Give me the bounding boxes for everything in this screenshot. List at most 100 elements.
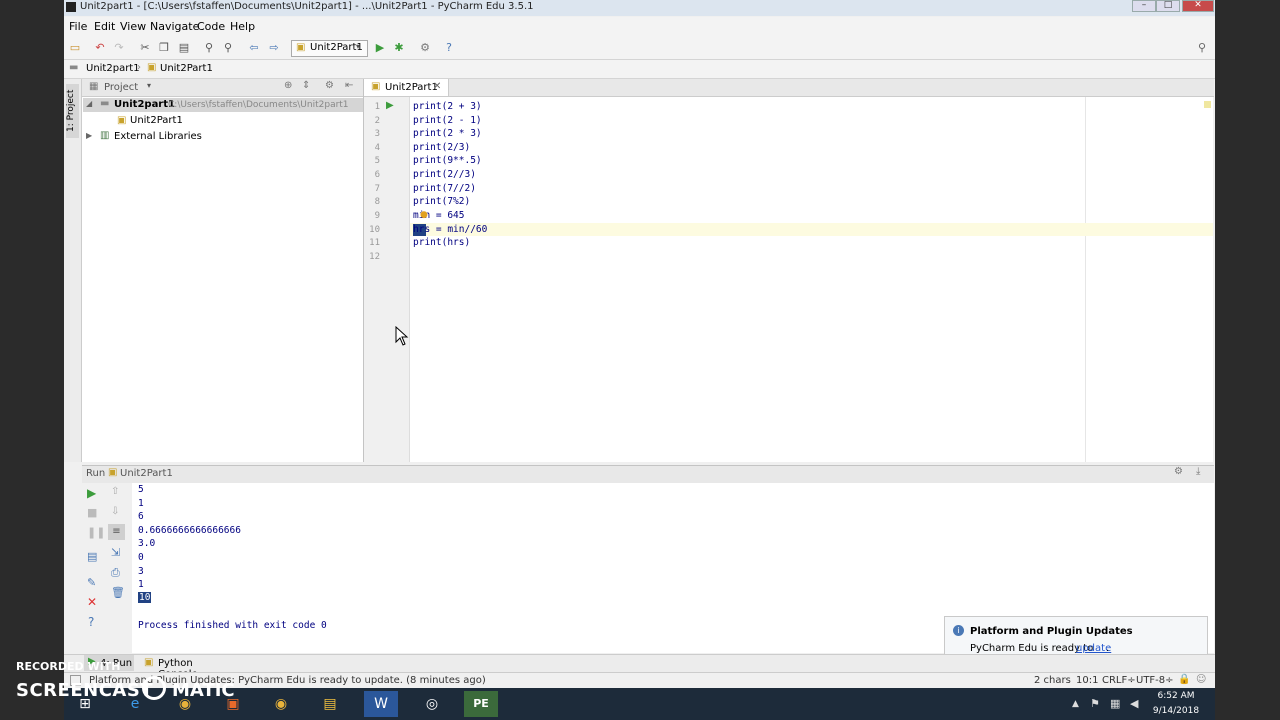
- run-icon[interactable]: ▶: [372, 40, 388, 56]
- line-separator[interactable]: CRLF÷: [1102, 675, 1136, 686]
- code-line: print(7//2): [413, 183, 476, 194]
- action-center-icon[interactable]: ⚑: [1090, 697, 1100, 710]
- help-icon[interactable]: ?: [441, 40, 457, 56]
- menu-view[interactable]: View: [120, 20, 146, 33]
- undo-icon[interactable]: ↶: [92, 40, 108, 56]
- soft-wrap-icon[interactable]: ≡: [108, 524, 125, 540]
- screencast-icon[interactable]: ◎: [415, 691, 449, 717]
- python-file-icon: ▣: [147, 62, 157, 73]
- menu-code[interactable]: Code: [197, 20, 225, 33]
- menu-navigate[interactable]: Navigate: [150, 20, 199, 33]
- project-root-name: Unit2part1: [114, 99, 175, 110]
- hide-panel-icon[interactable]: ⇤: [345, 80, 353, 91]
- notification-tail: .: [1106, 643, 1110, 654]
- mouse-pointer-icon: [395, 326, 409, 346]
- output-line: 1: [138, 579, 144, 590]
- line-number: 4: [374, 143, 380, 153]
- selection-count: 2 chars: [1034, 675, 1071, 686]
- python-file-icon: ▣: [108, 467, 118, 478]
- chrome-icon[interactable]: ◉: [264, 691, 298, 717]
- tree-item-file[interactable]: Unit2Part1: [130, 115, 183, 126]
- folder-icon: ▬: [100, 98, 110, 109]
- gear-icon[interactable]: ⚙: [1174, 466, 1183, 477]
- scroll-up-icon[interactable]: ⇧: [111, 486, 119, 497]
- copy-icon[interactable]: ❐: [156, 40, 172, 56]
- hide-panel-icon[interactable]: ⤓: [1196, 466, 1200, 477]
- lock-icon[interactable]: 🔒: [1178, 674, 1190, 685]
- scroll-down-icon[interactable]: ⇩: [111, 506, 119, 517]
- print-icon[interactable]: ⎙: [111, 566, 120, 580]
- clear-all-icon[interactable]: 🗑: [111, 586, 125, 599]
- collapse-arrow-icon[interactable]: ▶: [86, 131, 92, 140]
- line-number: 8: [374, 197, 380, 207]
- debug-icon[interactable]: ✱: [391, 40, 407, 56]
- project-tool-button[interactable]: 1: Project: [66, 84, 79, 138]
- find-icon[interactable]: ⚲: [201, 40, 217, 56]
- stop-icon[interactable]: ■: [87, 506, 97, 519]
- minimize-icon[interactable]: –: [1132, 0, 1156, 12]
- back-icon[interactable]: ⇦: [246, 40, 262, 56]
- code-line: print(hrs): [413, 237, 471, 248]
- scroll-to-end-icon[interactable]: ⇲: [111, 546, 120, 559]
- clock-date[interactable]: 9/14/2018: [1152, 706, 1200, 716]
- project-header-label[interactable]: Project: [104, 82, 138, 93]
- collapse-all-icon[interactable]: ⇕: [302, 80, 310, 91]
- gear-icon[interactable]: ⚙: [325, 80, 334, 91]
- notification-title: Platform and Plugin Updates: [970, 626, 1133, 637]
- inspector-icon[interactable]: ☺: [1196, 674, 1206, 685]
- help-icon[interactable]: ?: [88, 615, 94, 629]
- word-icon[interactable]: W: [364, 691, 398, 717]
- pycharm-taskbar-icon[interactable]: PE: [464, 691, 498, 717]
- file-explorer-icon[interactable]: ▤: [313, 691, 347, 717]
- expand-arrow-icon[interactable]: ◢: [86, 99, 92, 108]
- lightbulb-icon[interactable]: ●: [420, 210, 428, 220]
- maximize-icon[interactable]: □: [1156, 0, 1180, 12]
- restore-layout-icon[interactable]: ▤: [87, 550, 97, 563]
- clock-time[interactable]: 6:52 AM: [1156, 691, 1196, 701]
- run-config-selector[interactable]: ▣ Unit2Part1 ▾: [291, 40, 368, 57]
- watermark-matic: MATIC: [172, 680, 235, 701]
- run-gutter-icon[interactable]: ▶: [386, 100, 394, 111]
- folder-icon: ▬: [69, 62, 79, 73]
- analysis-status-icon[interactable]: [1204, 101, 1211, 108]
- close-run-icon[interactable]: ✕: [87, 595, 97, 609]
- search-everywhere-icon[interactable]: ⚲: [1194, 40, 1210, 56]
- code-editor[interactable]: [410, 97, 1213, 462]
- code-line: print(2 + 3): [413, 101, 482, 112]
- cut-icon[interactable]: ✂: [137, 40, 153, 56]
- forward-icon[interactable]: ⇨: [266, 40, 282, 56]
- code-line: print(7%2): [413, 196, 471, 207]
- menu-edit[interactable]: Edit: [94, 20, 115, 33]
- open-folder-icon[interactable]: ▭: [67, 40, 83, 56]
- tray-expand-icon[interactable]: ▲: [1072, 699, 1079, 709]
- breadcrumb-file[interactable]: Unit2Part1: [160, 63, 213, 74]
- close-tab-icon[interactable]: ✕: [433, 81, 441, 92]
- menu-help[interactable]: Help: [230, 20, 255, 33]
- menu-file[interactable]: File: [69, 20, 87, 33]
- volume-icon[interactable]: ◀: [1130, 697, 1138, 710]
- tab-python-console[interactable]: ▣ Python Console: [142, 655, 232, 680]
- settings-icon[interactable]: ⚙: [417, 40, 433, 56]
- scroll-from-source-icon[interactable]: ⊕: [284, 80, 292, 91]
- paste-icon[interactable]: ▤: [176, 40, 192, 56]
- breadcrumb-separator-icon: ›: [137, 62, 141, 73]
- breadcrumb-project[interactable]: Unit2part1: [86, 63, 140, 74]
- redo-icon[interactable]: ↷: [111, 40, 127, 56]
- caret-position[interactable]: 10:1: [1076, 675, 1098, 686]
- output-line: 1: [138, 498, 144, 509]
- pin-icon[interactable]: ✎: [87, 576, 96, 589]
- pause-icon[interactable]: ❚❚: [87, 526, 105, 539]
- tab-unit2part1[interactable]: ▣ Unit2Part1 ✕: [364, 79, 449, 96]
- library-icon: ▥: [100, 130, 110, 141]
- file-encoding[interactable]: UTF-8÷: [1136, 675, 1174, 686]
- replace-icon[interactable]: ⚲: [220, 40, 236, 56]
- info-icon: i: [953, 625, 964, 636]
- project-root-path: C:\Users\fstaffen\Documents\Unit2part1: [168, 100, 349, 110]
- close-icon[interactable]: ✕: [1182, 0, 1214, 12]
- chevron-down-icon[interactable]: ▾: [147, 81, 151, 90]
- code-line: print(2 * 3): [413, 128, 482, 139]
- network-icon[interactable]: ▦: [1110, 697, 1120, 710]
- pycharm-app-icon: [66, 2, 76, 12]
- tree-item-external-libraries[interactable]: External Libraries: [114, 131, 202, 142]
- rerun-icon[interactable]: ▶: [87, 486, 96, 500]
